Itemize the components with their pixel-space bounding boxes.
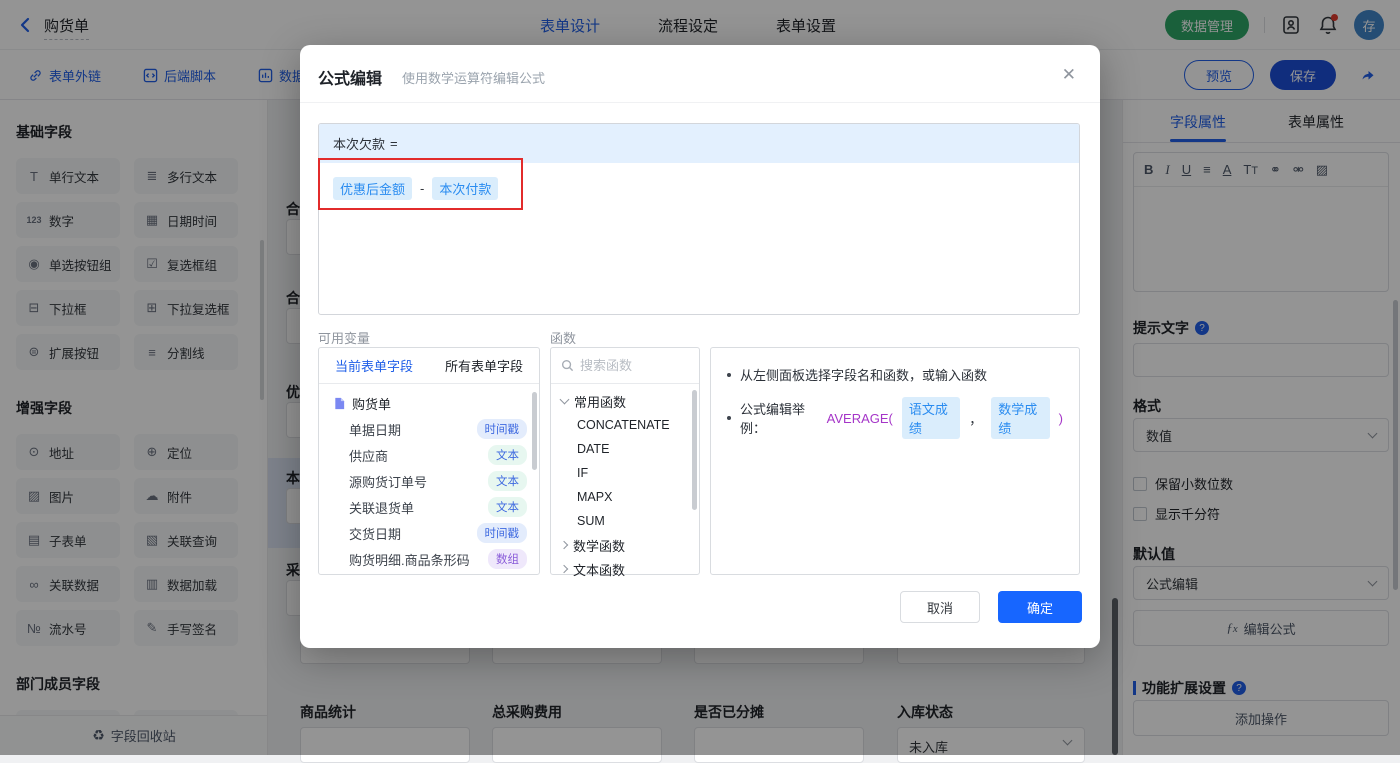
formula-operator: - <box>420 181 425 196</box>
bullet-icon <box>727 372 731 377</box>
function-item[interactable]: SUM <box>551 509 699 533</box>
confirm-button[interactable]: 确定 <box>998 591 1082 623</box>
caret-right-icon <box>559 564 569 574</box>
variable-item[interactable]: 单据日期 时间戳 <box>319 416 539 442</box>
function-item[interactable]: MAPX <box>551 485 699 509</box>
modal-title: 公式编辑 <box>318 71 383 88</box>
function-item[interactable]: IF <box>551 461 699 485</box>
equals-sign: = <box>390 136 398 151</box>
tips-panel: 从左侧面板选择字段名和函数，或输入函数 公式编辑举例： AVERAGE( 语文成… <box>710 347 1080 575</box>
bullet-icon <box>727 416 731 420</box>
variable-item[interactable]: 供应商 文本 <box>319 442 539 468</box>
functions-panel: 常用函数 CONCATENATE DATE IF MAPX SUM 数学函数 文… <box>550 347 700 578</box>
variable-item[interactable]: 源购货订单号 文本 <box>319 468 539 494</box>
close-icon[interactable]: ✕ <box>1062 65 1076 85</box>
formula-expression[interactable]: 优惠后金额 - 本次付款 <box>319 163 1079 214</box>
example-field-tag: 数学成绩 <box>991 397 1050 439</box>
functions-label: 函数 <box>550 331 577 346</box>
example-field-tag: 语文成绩 <box>901 397 961 439</box>
tab-all-form-fields[interactable]: 所有表单字段 <box>429 348 539 383</box>
variable-item[interactable]: 关联退货单 文本 <box>319 494 539 520</box>
variables-root-node[interactable]: 购货单 <box>319 390 539 416</box>
type-badge: 时间戳 <box>476 419 527 439</box>
example-function-name: AVERAGE( <box>826 410 893 426</box>
variables-tabs: 当前表单字段 所有表单字段 <box>319 348 539 384</box>
variables-label: 可用变量 <box>318 331 371 346</box>
type-badge: 时间戳 <box>476 523 527 543</box>
formula-target: 本次欠款 <box>333 137 386 152</box>
document-icon <box>335 397 345 409</box>
formula-field-tag[interactable]: 优惠后金额 <box>333 177 413 200</box>
function-group[interactable]: 文本函数 <box>551 557 699 581</box>
function-item[interactable]: DATE <box>551 437 699 461</box>
example-function-close: ) <box>1058 410 1063 426</box>
functions-scrollbar[interactable] <box>692 390 697 510</box>
formula-editor: 本次欠款 = 优惠后金额 - 本次付款 <box>318 123 1080 315</box>
search-icon <box>561 359 574 372</box>
search-input[interactable] <box>580 358 680 373</box>
tab-current-form-fields[interactable]: 当前表单字段 <box>319 348 429 383</box>
caret-right-icon <box>559 540 569 550</box>
formula-field-tag[interactable]: 本次付款 <box>432 177 499 200</box>
function-group[interactable]: 数学函数 <box>551 533 699 557</box>
variable-item[interactable]: 交货日期 时间戳 <box>319 520 539 546</box>
variables-panel: 当前表单字段 所有表单字段 购货单 单据日期 时间戳 供应商 文本 源购货订单号 文本… <box>318 347 540 575</box>
modal-subtitle: 使用数学运算符编辑公式 <box>402 71 546 86</box>
function-item[interactable]: CONCATENATE <box>551 413 699 437</box>
type-badge: 文本 <box>488 445 527 465</box>
variables-scrollbar[interactable] <box>532 392 537 470</box>
formula-target-strip: 本次欠款 = <box>319 124 1079 163</box>
function-group[interactable]: 常用函数 <box>551 389 699 413</box>
variable-item[interactable]: 购货明细.商品条形码 数组 <box>319 546 539 572</box>
tip-line: 从左侧面板选择字段名和函数，或输入函数 <box>727 365 1063 384</box>
function-search <box>551 348 699 384</box>
cancel-button[interactable]: 取消 <box>900 591 980 623</box>
type-badge: 数组 <box>488 549 527 569</box>
formula-edit-modal: 公式编辑 使用数学运算符编辑公式 ✕ 本次欠款 = 优惠后金额 - 本次付款 可… <box>300 45 1100 648</box>
type-badge: 文本 <box>488 471 527 491</box>
tip-line-example: 公式编辑举例： AVERAGE( 语文成绩 ， 数学成绩 ) <box>727 397 1063 439</box>
modal-header: 公式编辑 使用数学运算符编辑公式 ✕ <box>300 45 1100 103</box>
type-badge: 文本 <box>488 497 527 517</box>
caret-down-icon <box>559 394 570 405</box>
